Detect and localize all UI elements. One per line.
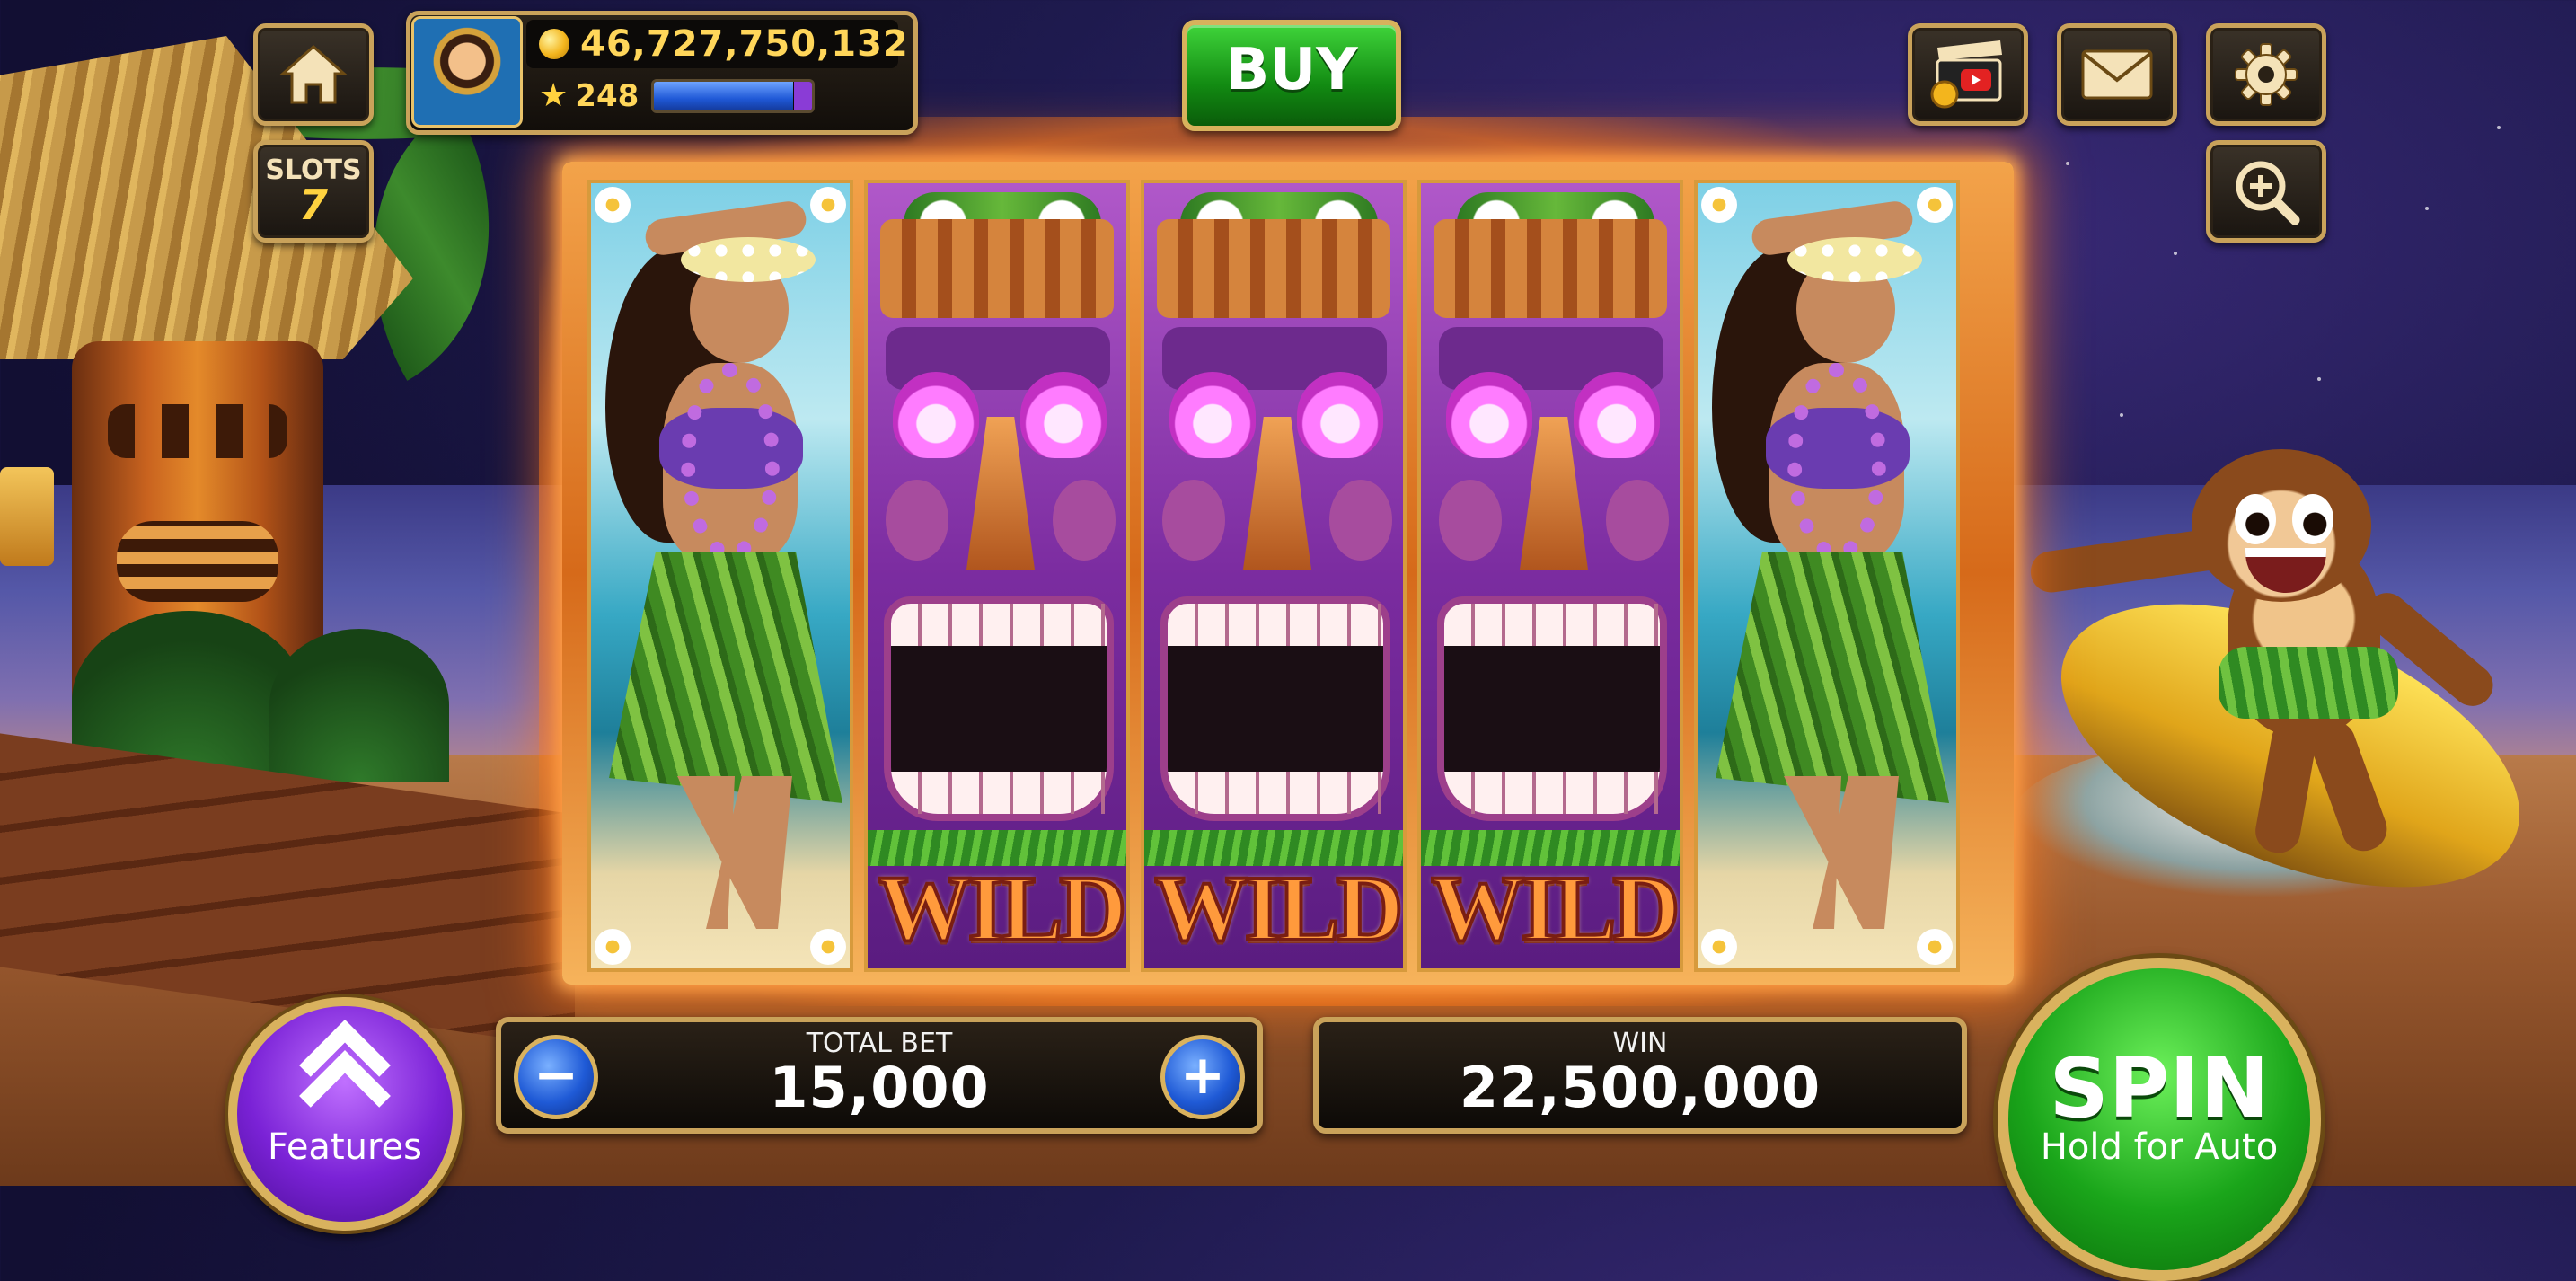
- grass-skirt: [1716, 552, 1949, 803]
- spin-hold-hint: Hold for Auto: [2040, 1126, 2279, 1168]
- flower-icon: [1917, 187, 1953, 223]
- mail-icon: [2081, 49, 2153, 100]
- tiki-cheek: [1439, 480, 1502, 561]
- grass-skirt: [609, 552, 842, 803]
- sky-star: [2174, 252, 2177, 255]
- video-reward-button[interactable]: [1908, 23, 2028, 126]
- tiki-mouth: [1160, 596, 1390, 821]
- tiki-eye: [1297, 372, 1383, 458]
- total-bet-panel: TOTAL BET 15,000 − +: [496, 1017, 1263, 1134]
- home-button[interactable]: [253, 23, 374, 126]
- flower-crown: [1787, 237, 1922, 282]
- tropical-drink: [0, 467, 54, 566]
- sky-star: [2425, 207, 2429, 210]
- tiki-mouth: [884, 596, 1114, 821]
- xp-progress-bar: [651, 79, 816, 113]
- home-icon: [279, 44, 348, 104]
- reel-1: [587, 180, 853, 972]
- tiki-eye: [893, 372, 979, 458]
- level-value: 248: [575, 78, 640, 114]
- tiki-eye: [1446, 372, 1532, 458]
- decrease-bet-button[interactable]: −: [514, 1035, 598, 1119]
- coin-balance: 46,727,750,132: [526, 20, 908, 68]
- flower-icon: [810, 929, 846, 965]
- hula-legs: [677, 776, 792, 929]
- flower-icon: [1701, 187, 1737, 223]
- tiki-cheek: [1162, 480, 1225, 561]
- spin-label: SPIN: [2049, 1040, 2270, 1136]
- tiki-cheek: [1329, 480, 1392, 561]
- reel-4: WILD: [1417, 180, 1683, 972]
- flower-icon: [595, 929, 631, 965]
- settings-button[interactable]: [2206, 23, 2326, 126]
- tiki-cheek: [886, 480, 948, 561]
- increase-bet-button[interactable]: +: [1160, 1035, 1245, 1119]
- flower-icon: [810, 187, 846, 223]
- wild-label: WILD: [1430, 855, 1680, 962]
- flower-lei: [681, 363, 780, 561]
- spin-button[interactable]: SPIN Hold for Auto: [1998, 958, 2321, 1281]
- sky-star: [2120, 413, 2123, 417]
- tiki-eye: [1169, 372, 1256, 458]
- tiki-headband: [880, 219, 1114, 318]
- tiki-headband: [1157, 219, 1390, 318]
- bush: [269, 629, 449, 782]
- player-level: ★ 248: [526, 74, 898, 119]
- flower-crown: [681, 237, 816, 282]
- gear-icon: [2235, 43, 2298, 106]
- tiki-cheek: [1053, 480, 1116, 561]
- xp-progress-tail: [794, 82, 813, 110]
- wild-label: WILD: [877, 855, 1126, 962]
- monkey-leaf-skirt: [2219, 647, 2398, 719]
- reel-5: [1694, 180, 1960, 972]
- tiki-headband: [1434, 219, 1667, 318]
- flower-icon: [1917, 929, 1953, 965]
- tiki-eye: [1020, 372, 1107, 458]
- win-value: 22,500,000: [1459, 1055, 1822, 1120]
- zoom-in-icon: [2236, 161, 2300, 225]
- player-avatar[interactable]: [411, 16, 523, 128]
- features-button[interactable]: Features: [228, 997, 462, 1231]
- tiki-cheek: [1606, 480, 1669, 561]
- total-bet-value: 15,000: [769, 1055, 990, 1120]
- hula-legs: [1784, 776, 1899, 929]
- slots-lobby-button[interactable]: SLOTS 7: [253, 140, 374, 243]
- win-panel: WIN 22,500,000: [1313, 1017, 1967, 1134]
- sky-star: [2066, 162, 2069, 165]
- flower-icon: [595, 187, 631, 223]
- reel-3: WILD: [1141, 180, 1407, 972]
- features-label: Features: [268, 1126, 422, 1168]
- flower-icon: [1701, 929, 1737, 965]
- reel-2: WILD: [864, 180, 1130, 972]
- slots-seven: 7: [298, 181, 328, 229]
- star-icon: ★: [539, 77, 569, 114]
- zoom-button[interactable]: [2206, 140, 2326, 243]
- xp-progress-fill: [654, 82, 794, 110]
- wild-label: WILD: [1153, 855, 1403, 962]
- coin-icon: [539, 29, 569, 59]
- buy-button[interactable]: BUY: [1182, 20, 1401, 131]
- mail-button[interactable]: [2057, 23, 2177, 126]
- tiki-eye: [1574, 372, 1660, 458]
- coin-balance-value: 46,727,750,132: [580, 23, 909, 65]
- tiki-mouth: [1437, 596, 1667, 821]
- sky-star: [2497, 126, 2501, 129]
- sky-star: [2317, 377, 2321, 381]
- video-reward-icon: [1930, 40, 2002, 109]
- flower-lei: [1787, 363, 1886, 561]
- monkey-eye: [2292, 494, 2333, 544]
- monkey-eye: [2235, 494, 2276, 544]
